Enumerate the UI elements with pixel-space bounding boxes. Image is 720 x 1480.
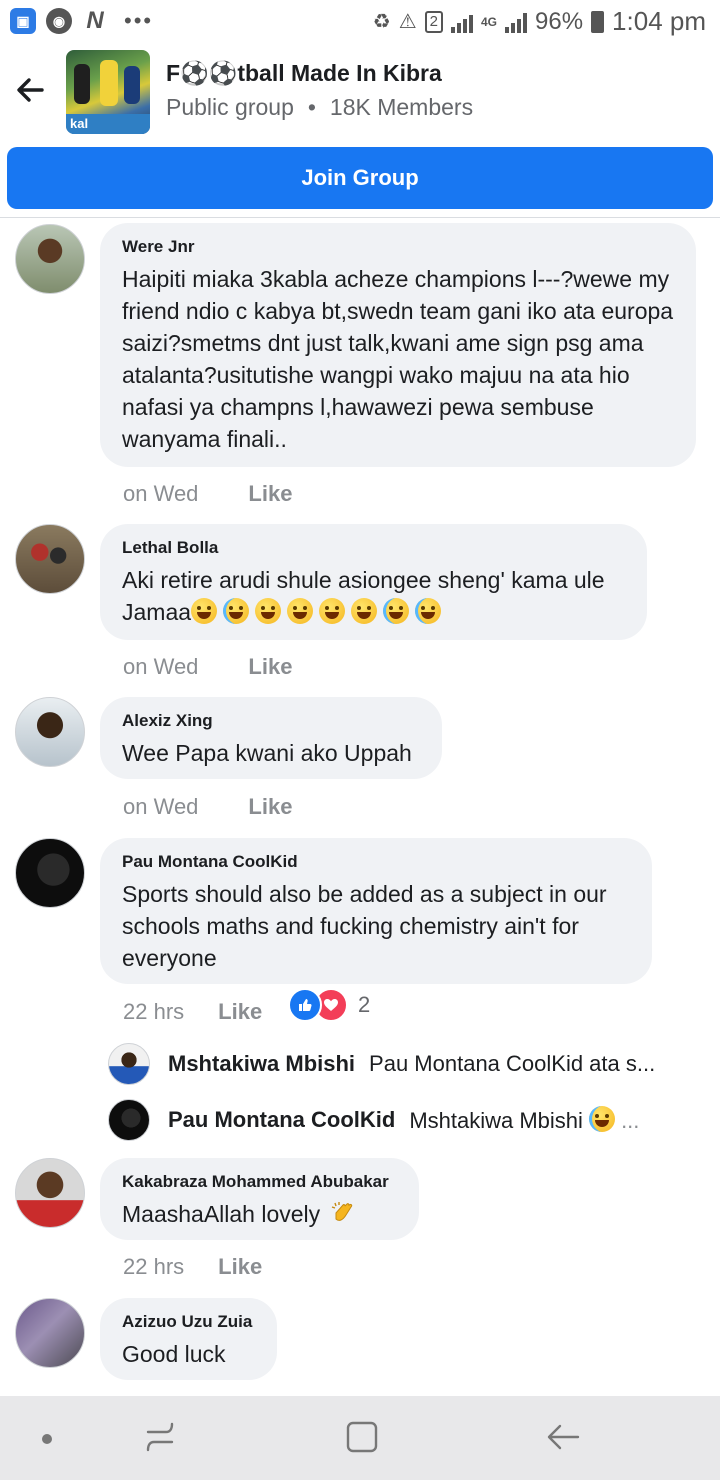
grinning-emoji-icon: [191, 598, 218, 624]
comment-text: Haipiti miaka 3kabla acheze champions l-…: [122, 266, 674, 452]
comment-time[interactable]: on Wed: [123, 654, 198, 680]
clock: 1:04 pm: [612, 6, 706, 36]
avatar[interactable]: [15, 224, 85, 294]
group-header: kal F⚽⚽tball Made In Kibra Public group •…: [0, 44, 720, 144]
comment-text-line: Aki retire arudi shule asiongee sheng' k…: [122, 567, 605, 593]
status-bar: ▣ ◉ N ••• ♻ ⚠ 2 4G 96% 1:04 pm: [0, 0, 720, 44]
status-bar-notifications: ▣ ◉ N •••: [10, 7, 154, 34]
recent-apps-icon[interactable]: [144, 1420, 176, 1456]
like-button[interactable]: Like: [248, 654, 292, 680]
comment-bubble: Were Jnr Haipiti miaka 3kabla acheze cha…: [100, 223, 696, 467]
like-button[interactable]: Like: [248, 481, 292, 507]
avatar[interactable]: [108, 1099, 150, 1141]
reply-author[interactable]: Pau Montana CoolKid: [168, 1107, 395, 1133]
comment-actions: on Wed Like: [123, 481, 292, 507]
comment-bubble: Lethal Bolla Aki retire arudi shule asio…: [100, 524, 647, 640]
like-reaction-icon: [288, 988, 322, 1022]
divider: [0, 217, 720, 218]
comment-text: Wee Papa kwani ako Uppah: [122, 740, 412, 766]
like-button[interactable]: Like: [218, 1254, 262, 1280]
comment-text: Sports should also be added as a subject…: [122, 881, 607, 971]
comment-text: Good luck: [122, 1341, 226, 1367]
battery-percent: 96%: [535, 7, 584, 35]
back-arrow-icon[interactable]: [14, 74, 46, 106]
clapping-hands-emoji-icon: [331, 1202, 352, 1221]
comment-text: MaashaAllah lovely: [122, 1198, 397, 1230]
comment-time[interactable]: on Wed: [123, 794, 198, 820]
comment-text-line: Jamaa: [122, 599, 192, 625]
avatar[interactable]: [15, 1298, 85, 1368]
group-meta: Public group • 18K Members: [166, 94, 473, 121]
laughing-tears-emoji-icon: [383, 598, 410, 624]
signal-icon: [505, 11, 527, 33]
comment-author[interactable]: Azizuo Uzu Zuia: [122, 1312, 255, 1332]
reply-text: Pau Montana CoolKid ata s...: [369, 1051, 656, 1076]
grinning-emoji-icon: [319, 598, 346, 624]
comment-author[interactable]: Pau Montana CoolKid: [122, 852, 630, 872]
group-cover-photo[interactable]: kal: [66, 50, 150, 134]
comment-bubble: Pau Montana CoolKid Sports should also b…: [100, 838, 652, 984]
comment-bubble: Alexiz Xing Wee Papa kwani ako Uppah: [100, 697, 442, 779]
comment-bubble: Azizuo Uzu Zuia Good luck: [100, 1298, 277, 1380]
reply-text: Mshtakiwa Mbishi ...: [409, 1106, 640, 1133]
netflix-icon: N: [86, 7, 104, 34]
system-navigation-bar: [0, 1396, 720, 1480]
battery-icon: [591, 10, 605, 33]
more-notifications: •••: [124, 8, 154, 33]
comment-bubble: Kakabraza Mohammed Abubakar MaashaAllah …: [100, 1158, 419, 1240]
laughing-tears-emoji-icon: [415, 598, 442, 624]
reply-author[interactable]: Mshtakiwa Mbishi: [168, 1051, 355, 1077]
like-button[interactable]: Like: [248, 794, 292, 820]
network-type: 4G: [480, 14, 497, 29]
grinning-emoji-icon: [287, 598, 314, 624]
avatar[interactable]: [15, 697, 85, 767]
avatar[interactable]: [15, 524, 85, 594]
meta-separator: •: [307, 94, 316, 120]
avatar[interactable]: [15, 1158, 85, 1228]
comment-time[interactable]: 22 hrs: [123, 1254, 184, 1280]
reply-preview[interactable]: Pau Montana CoolKid Mshtakiwa Mbishi ...: [108, 1099, 698, 1141]
laughing-tears-emoji-icon: [223, 598, 250, 624]
reaction-summary[interactable]: 2: [288, 988, 370, 1022]
comment-actions: 22 hrs Like: [123, 999, 262, 1025]
grinning-emoji-icon: [351, 598, 378, 624]
comment-text: Aki retire arudi shule asiongee sheng' k…: [122, 564, 625, 628]
reaction-count: 2: [358, 992, 371, 1017]
signal-icon: [450, 11, 473, 33]
comment-actions: on Wed Like: [123, 654, 292, 680]
comment-author[interactable]: Were Jnr: [122, 237, 674, 257]
laughing-tears-emoji-icon: [589, 1106, 616, 1132]
comment-time[interactable]: on Wed: [123, 481, 198, 507]
back-icon[interactable]: [546, 1420, 580, 1454]
join-group-button[interactable]: Join Group: [7, 147, 713, 209]
group-title[interactable]: F⚽⚽tball Made In Kibra: [166, 60, 442, 87]
sim-slot-badge: 2: [424, 10, 443, 33]
avatar[interactable]: [108, 1043, 150, 1085]
avatar[interactable]: [15, 838, 85, 908]
comment-author[interactable]: Kakabraza Mohammed Abubakar: [122, 1172, 397, 1192]
comment-time[interactable]: 22 hrs: [123, 999, 184, 1025]
comment-actions: 22 hrs Like: [123, 1254, 262, 1280]
status-bar-system: ♻ ⚠ 2 4G 96% 1:04 pm: [373, 6, 706, 37]
reply-preview[interactable]: Mshtakiwa Mbishi Pau Montana CoolKid ata…: [108, 1043, 698, 1085]
comment-author[interactable]: Alexiz Xing: [122, 711, 420, 731]
home-icon[interactable]: [345, 1420, 379, 1454]
chrome-icon: ◉: [46, 8, 72, 34]
group-members[interactable]: 18K Members: [330, 94, 473, 120]
assistant-dot-icon[interactable]: [42, 1434, 52, 1444]
recycle-icon: ♻: [372, 11, 391, 33]
screenshot-icon: ▣: [10, 8, 36, 34]
alert-icon: ⚠: [398, 11, 417, 33]
comment-author[interactable]: Lethal Bolla: [122, 538, 625, 558]
like-button[interactable]: Like: [218, 999, 262, 1025]
group-privacy: Public group: [166, 94, 294, 120]
grinning-emoji-icon: [255, 598, 282, 624]
comment-actions: on Wed Like: [123, 794, 292, 820]
